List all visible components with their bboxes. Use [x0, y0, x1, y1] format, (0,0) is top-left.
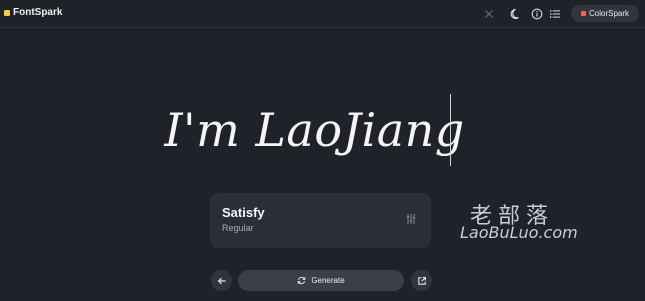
external-link-icon	[417, 276, 426, 285]
text-cursor	[450, 94, 451, 166]
colorspark-button[interactable]: ColorSpark	[571, 5, 639, 22]
font-card: Satisfy Regular	[210, 193, 431, 248]
font-style: Regular	[222, 223, 254, 233]
brand-logo-icon	[4, 9, 10, 16]
preview-text[interactable]: I'm LaoJiang	[164, 103, 464, 157]
moon-icon[interactable]	[509, 7, 523, 21]
back-button[interactable]	[211, 270, 232, 291]
preview-area[interactable]: I'm LaoJiang	[0, 92, 645, 168]
watermark-url: LaoBuLuo.com	[460, 223, 578, 242]
sliders-icon[interactable]	[404, 212, 418, 226]
watermark: 老部落 LaoBuLuo.com	[460, 198, 580, 246]
generate-button[interactable]: Generate	[238, 270, 404, 291]
close-icon[interactable]	[482, 7, 496, 21]
generate-label: Generate	[311, 276, 345, 285]
font-name: Satisfy	[222, 205, 265, 220]
arrow-left-icon	[217, 277, 225, 284]
colorspark-label: ColorSpark	[588, 9, 629, 18]
list-icon[interactable]	[548, 7, 562, 21]
brand-name: FontSpark	[13, 7, 63, 18]
colorspark-logo-icon	[580, 11, 586, 16]
brand[interactable]: FontSpark	[4, 7, 62, 18]
info-icon[interactable]	[530, 7, 544, 21]
fontspark-app: FontSpark ColorSpark I'm LaoJiang Satisf…	[0, 0, 645, 301]
top-bar: FontSpark ColorSpark	[0, 0, 645, 28]
open-external-button[interactable]	[411, 270, 432, 291]
refresh-icon	[298, 276, 306, 285]
